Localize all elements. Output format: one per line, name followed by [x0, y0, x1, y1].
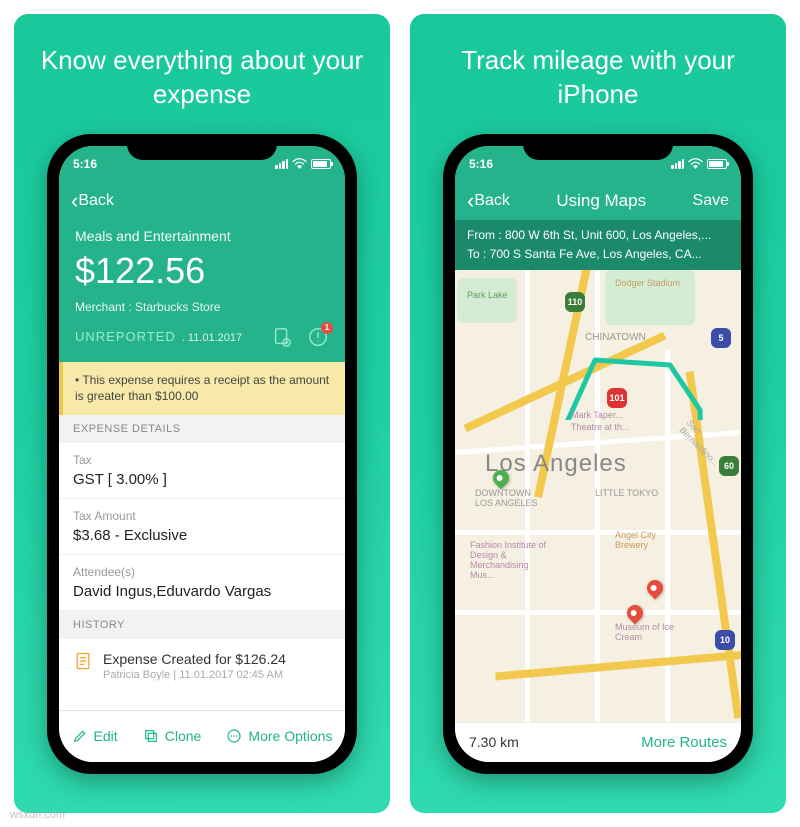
expense-summary: Meals and Entertainment $122.56 Merchant…	[59, 220, 345, 362]
hwy-110-badge: 110	[565, 292, 585, 312]
phone-frame: 5:16 ‹ Back Meals and Entertainment $122…	[47, 134, 357, 774]
alert-icon[interactable]: 1	[307, 326, 329, 348]
section-header-details: EXPENSE DETAILS	[59, 415, 345, 443]
history-item[interactable]: Expense Created for $126.24 Patricia Boy…	[59, 639, 345, 693]
route-from: From : 800 W 6th St, Unit 600, Los Angel…	[467, 226, 729, 245]
map-label: Museum of Ice Cream	[615, 622, 685, 642]
phone-notch	[523, 134, 673, 160]
phone-frame: 5:16 ‹ Back Using Maps Save F	[443, 134, 753, 774]
hwy-5-badge: 5	[711, 328, 731, 348]
map-label: Angel City Brewery	[615, 530, 675, 550]
expense-category: Meals and Entertainment	[75, 228, 329, 244]
route-distance: 7.30 km	[469, 734, 519, 750]
save-button[interactable]: Save	[693, 192, 729, 210]
map-label: DOWNTOWN LOS ANGELES	[475, 488, 545, 508]
document-icon	[73, 651, 93, 671]
map-label: Fashion Institute of Design & Merchandis…	[470, 540, 550, 580]
field-tax-amount[interactable]: Tax Amount $3.68 - Exclusive	[59, 499, 345, 555]
more-options-button[interactable]: More Options	[226, 728, 332, 744]
map-label: Dodger Stadium	[615, 278, 680, 288]
back-button[interactable]: ‹ Back	[467, 190, 510, 212]
map-label: LITTLE TOKYO	[595, 488, 658, 498]
map-label: CHINATOWN	[585, 332, 646, 343]
back-label: Back	[78, 192, 114, 210]
expense-amount: $122.56	[75, 250, 329, 292]
history-subtitle: Patricia Boyle | 11.01.2017 02:45 AM	[103, 669, 286, 681]
signal-icon	[275, 159, 288, 169]
watermark: wsxdn.com	[10, 809, 65, 821]
attach-receipt-icon[interactable]	[271, 326, 293, 348]
warning-message: • This expense requires a receipt as the…	[59, 362, 345, 416]
map-label: Theatre at th...	[571, 422, 630, 432]
poi-pin-icon[interactable]	[644, 577, 667, 600]
promo-card-mileage: Track mileage with your iPhone 5:16 ‹ Ba…	[410, 14, 786, 813]
end-pin-icon[interactable]	[624, 602, 647, 625]
hwy-10-badge: 10	[715, 630, 735, 650]
history-title: Expense Created for $126.24	[103, 651, 286, 667]
status-time: 5:16	[469, 157, 493, 171]
phone-notch	[127, 134, 277, 160]
promo-title: Know everything about your expense	[14, 44, 390, 112]
expense-merchant: Merchant : Starbucks Store	[75, 300, 329, 314]
chevron-left-icon: ‹	[467, 190, 474, 212]
nav-bar: ‹ Back	[59, 182, 345, 220]
phone-screen: 5:16 ‹ Back Meals and Entertainment $122…	[59, 146, 345, 762]
clone-button[interactable]: Clone	[143, 728, 202, 744]
map-view[interactable]: 101 110 10 60 5 Los Angeles Park Lake Do…	[455, 270, 741, 722]
signal-icon	[671, 159, 684, 169]
more-icon	[226, 728, 242, 744]
field-tax[interactable]: Tax GST [ 3.00% ]	[59, 443, 345, 499]
bottom-toolbar: Edit Clone More Options	[59, 710, 345, 762]
promo-title: Track mileage with your iPhone	[410, 44, 786, 112]
edit-button[interactable]: Edit	[72, 728, 118, 744]
route-addresses: From : 800 W 6th St, Unit 600, Los Angel…	[455, 220, 741, 270]
status-time: 5:16	[73, 157, 97, 171]
battery-icon	[311, 159, 331, 169]
pencil-icon	[72, 728, 88, 744]
chevron-left-icon: ‹	[71, 190, 78, 212]
expense-details[interactable]: EXPENSE DETAILS Tax GST [ 3.00% ] Tax Am…	[59, 415, 345, 709]
maps-header: ‹ Back Using Maps Save	[455, 182, 741, 220]
section-header-history: HISTORY	[59, 611, 345, 639]
wifi-icon	[292, 158, 307, 169]
route-to: To : 700 S Santa Fe Ave, Los Angeles, CA…	[467, 245, 729, 264]
notification-badge: 1	[321, 322, 333, 334]
back-button[interactable]: ‹ Back	[71, 190, 114, 212]
back-label: Back	[474, 192, 510, 210]
field-attendees[interactable]: Attendee(s) David Ingus,Eduvardo Vargas	[59, 555, 345, 611]
page-title: Using Maps	[556, 191, 646, 211]
promo-card-expense: Know everything about your expense 5:16 …	[14, 14, 390, 813]
status-icons	[275, 158, 331, 169]
expense-header: ‹ Back Meals and Entertainment $122.56 M…	[59, 182, 345, 362]
wifi-icon	[688, 158, 703, 169]
map-city-label: Los Angeles	[485, 450, 627, 478]
hwy-101-badge: 101	[607, 388, 627, 408]
map-label: San Bernardino...	[678, 418, 739, 479]
map-footer: 7.30 km More Routes	[455, 722, 741, 762]
more-routes-button[interactable]: More Routes	[641, 734, 727, 751]
map-label: Mark Taper...	[571, 410, 623, 420]
phone-screen: 5:16 ‹ Back Using Maps Save F	[455, 146, 741, 762]
battery-icon	[707, 159, 727, 169]
status-icons	[671, 158, 727, 169]
expense-status: UNREPORTED. 11.01.2017	[75, 328, 242, 346]
clone-icon	[143, 728, 159, 744]
map-label: Park Lake	[467, 290, 508, 300]
